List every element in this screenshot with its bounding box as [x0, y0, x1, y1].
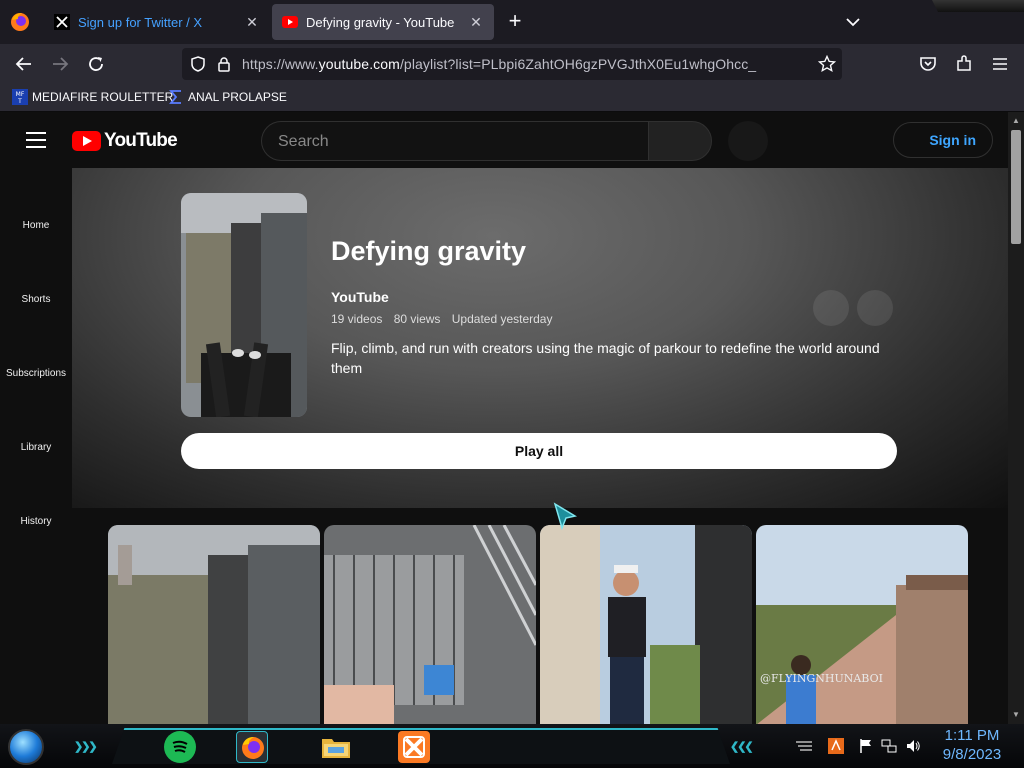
- play-all-label: Play all: [514, 443, 564, 459]
- playlist-description: Flip, climb, and run with creators using…: [331, 340, 880, 376]
- guide-label: History: [20, 516, 52, 527]
- guide-item-history[interactable]: History: [0, 516, 72, 527]
- bookmark-label: ANAL PROLAPSE: [188, 90, 287, 104]
- clock[interactable]: 1:11 PM 9/8/2023: [932, 726, 1012, 764]
- guide-item-subscriptions[interactable]: Subscriptions: [0, 368, 72, 379]
- guide-label: Shorts: [21, 294, 51, 305]
- url-text: https://www.youtube.com/playlist?list=PL…: [242, 56, 757, 72]
- youtube-logo[interactable]: YouTube: [72, 130, 178, 152]
- tab-twitter[interactable]: Sign up for Twitter / X ✕: [44, 4, 270, 40]
- video-thumbnail[interactable]: @FLYINGNHUNABOI: [756, 525, 968, 724]
- network-icon[interactable]: [881, 738, 897, 754]
- video-count: 19 videos: [331, 312, 383, 326]
- guide-label: Home: [22, 220, 50, 231]
- reload-icon[interactable]: [84, 52, 108, 76]
- x-logo-icon: [54, 14, 70, 30]
- mouse-cursor-icon: [553, 502, 579, 532]
- video-thumbnail[interactable]: [540, 525, 752, 724]
- browser-nav-bar: https://www.youtube.com/playlist?list=PL…: [0, 44, 1024, 84]
- app-tray-icon[interactable]: [828, 738, 844, 754]
- lock-icon[interactable]: [216, 56, 232, 77]
- youtube-play-icon: [72, 131, 101, 151]
- browser-tab-bar: Sign up for Twitter / X ✕ Defying gravit…: [0, 0, 1024, 44]
- playlist-thumbnail[interactable]: [181, 193, 307, 417]
- back-arrow-icon[interactable]: [12, 52, 36, 76]
- playlist-header: Defying gravity YouTube 19 videos 80 vie…: [72, 168, 1008, 508]
- taskbar-decoration: ❮❮❮: [730, 741, 754, 753]
- close-icon[interactable]: ✕: [244, 14, 260, 31]
- flag-icon[interactable]: [858, 738, 874, 754]
- youtube-wordmark: YouTube: [104, 130, 178, 151]
- youtube-page: YouTube Search Sign in Home Shorts Subsc…: [0, 112, 1024, 724]
- sign-in-label: Sign in: [929, 132, 976, 148]
- taskbar: ❯❯❯ ❮❮❮ 1:11 PM 9/8/2023: [0, 724, 1024, 768]
- forward-arrow-icon[interactable]: [48, 52, 72, 76]
- playlist-stats: 19 videos 80 views Updated yesterday: [331, 312, 560, 326]
- hamburger-menu-icon[interactable]: [988, 52, 1012, 76]
- watermark-text: @FLYINGNHUNABOI: [760, 672, 883, 685]
- search-input[interactable]: Search: [261, 121, 649, 161]
- scrollbar-thumb[interactable]: [1011, 130, 1021, 244]
- youtube-favicon-icon: [282, 14, 298, 30]
- svg-text:T: T: [17, 98, 22, 105]
- guide-label: Library: [20, 442, 52, 453]
- volume-icon[interactable]: [905, 738, 921, 754]
- new-tab-icon[interactable]: +: [503, 10, 527, 34]
- search-placeholder: Search: [278, 133, 329, 150]
- svg-text:MF: MF: [16, 91, 25, 98]
- extensions-icon[interactable]: [952, 52, 976, 76]
- taskbar-decoration: ❯❯❯: [74, 741, 98, 753]
- guide-label: Subscriptions: [5, 368, 67, 379]
- video-grid: @FLYINGNHUNABOI: [108, 525, 978, 724]
- view-count: 80 views: [393, 312, 441, 326]
- guide-item-library[interactable]: Library: [0, 442, 72, 453]
- updated-text: Updated yesterday: [451, 312, 553, 326]
- scroll-up-icon[interactable]: ▲: [1012, 116, 1020, 125]
- tray-overflow-icon[interactable]: [794, 738, 812, 754]
- tab-label: Defying gravity - YouTube: [306, 14, 455, 30]
- masthead: YouTube Search Sign in: [0, 112, 1008, 168]
- guide-sidebar: Home Shorts Subscriptions Library Histor…: [0, 168, 72, 724]
- bookmark-item[interactable]: MF T MEDIAFIRE ROULETTER: [12, 89, 173, 105]
- file-explorer-icon[interactable]: [320, 731, 352, 763]
- play-all-button[interactable]: Play all: [181, 433, 897, 469]
- firefox-icon[interactable]: [236, 731, 268, 763]
- firefox-menu-icon[interactable]: [8, 10, 32, 34]
- mft-icon: MF T: [12, 89, 28, 105]
- playlist-title: Defying gravity: [331, 236, 527, 266]
- search-button[interactable]: [648, 121, 712, 161]
- voice-search-button[interactable]: [728, 121, 768, 161]
- spotify-icon[interactable]: [164, 731, 196, 763]
- tab-youtube[interactable]: Defying gravity - YouTube ✕: [272, 4, 494, 40]
- pocket-icon[interactable]: [916, 52, 940, 76]
- clock-date: 9/8/2023: [942, 746, 1002, 763]
- guide-menu-icon[interactable]: [26, 132, 46, 148]
- url-bar[interactable]: https://www.youtube.com/playlist?list=PL…: [182, 48, 842, 80]
- page-scrollbar[interactable]: ▲ ▼: [1008, 112, 1024, 724]
- screen: Sign up for Twitter / X ✕ Defying gravit…: [0, 0, 1024, 768]
- playlist-owner[interactable]: YouTube: [331, 289, 389, 305]
- close-icon[interactable]: ✕: [468, 14, 484, 31]
- window-decoration: [932, 0, 1024, 12]
- scroll-down-icon[interactable]: ▼: [1012, 710, 1020, 719]
- bookmark-star-icon[interactable]: [817, 54, 837, 78]
- clock-time: 1:11 PM: [944, 727, 1000, 744]
- video-thumbnail[interactable]: [324, 525, 536, 724]
- chevron-down-icon[interactable]: [843, 12, 863, 32]
- video-thumbnail[interactable]: [108, 525, 320, 724]
- xampp-icon[interactable]: [398, 731, 430, 763]
- guide-item-shorts[interactable]: Shorts: [0, 294, 72, 305]
- bookmarks-toolbar: MF T MEDIAFIRE ROULETTER ANAL PROLAPSE: [0, 84, 1024, 112]
- bookmark-label: MEDIAFIRE ROULETTER: [32, 90, 174, 104]
- share-button[interactable]: [857, 290, 893, 326]
- sign-in-button[interactable]: Sign in: [893, 122, 993, 158]
- start-button[interactable]: [8, 729, 44, 765]
- bookmark-item[interactable]: ANAL PROLAPSE: [168, 89, 287, 105]
- save-playlist-button[interactable]: [813, 290, 849, 326]
- tab-label: Sign up for Twitter / X: [78, 14, 203, 30]
- shield-icon[interactable]: [190, 56, 206, 77]
- guide-item-home[interactable]: Home: [0, 220, 72, 231]
- sigma-icon: [168, 89, 184, 105]
